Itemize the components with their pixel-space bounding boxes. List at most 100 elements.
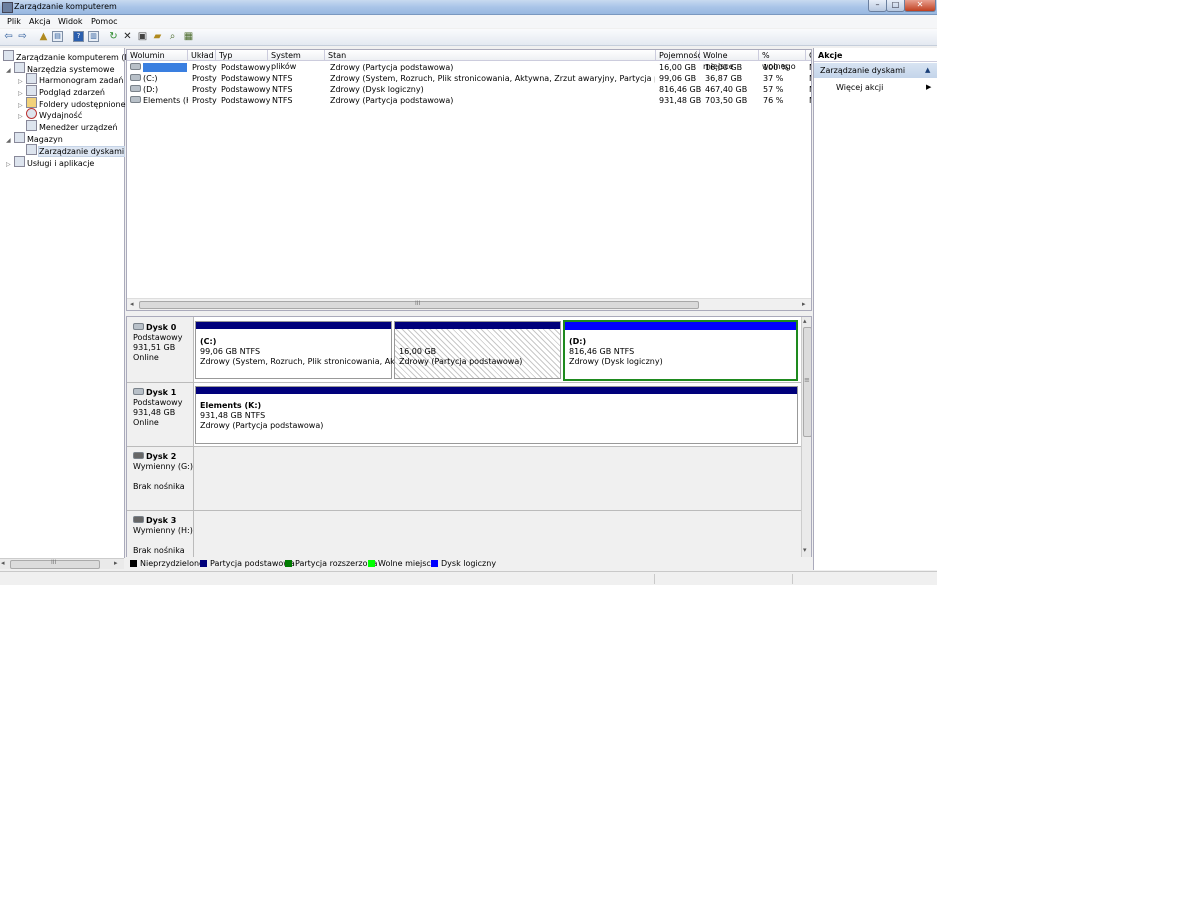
partition-size: 99,06 GB NTFS bbox=[200, 347, 261, 356]
filesystem-cell: NTFS bbox=[272, 74, 293, 83]
actions-section-disk-management[interactable]: Zarządzanie dyskami ▲ bbox=[814, 63, 937, 78]
disk-kind: Wymienny (G:) bbox=[133, 462, 193, 471]
percent-free-cell: 100 % bbox=[763, 63, 789, 72]
scroll-right-arrow-icon[interactable]: ▸ bbox=[802, 300, 806, 308]
disk-3-label[interactable]: Dysk 3 Wymienny (H:) Brak nośnika bbox=[127, 511, 194, 557]
status-cell: Zdrowy (Dysk logiczny) bbox=[330, 85, 424, 94]
forward-arrow-icon[interactable]: ⇨ bbox=[17, 31, 28, 42]
selected-volume-name bbox=[143, 63, 187, 72]
more-actions-link[interactable]: Więcej akcji bbox=[836, 83, 883, 92]
show-hide-tree-icon[interactable]: ▤ bbox=[52, 31, 63, 42]
submenu-arrow-icon[interactable]: ▶ bbox=[926, 83, 931, 91]
disk-graphical-view: Dysk 0 Podstawowy 931,51 GB Online (C:) … bbox=[126, 316, 812, 558]
menu-file[interactable]: Plik bbox=[7, 17, 21, 26]
partition-d[interactable]: (D:) 816,46 GB NTFS Zdrowy (Dysk logiczn… bbox=[563, 320, 798, 381]
column-header-volume[interactable]: Wolumin bbox=[127, 50, 188, 61]
status-cell: Zdrowy (Partycja podstawowa) bbox=[330, 96, 454, 105]
expand-arrow-icon[interactable]: ▷ bbox=[18, 113, 26, 120]
tree-item-event-viewer[interactable]: ▷ Podgląd zdarzeń bbox=[18, 85, 105, 97]
title-bar[interactable]: Zarządzanie komputerem – □ ✕ bbox=[0, 0, 937, 15]
expand-arrow-icon[interactable]: ▷ bbox=[18, 78, 26, 85]
column-header-free-space[interactable]: Wolne miejsce bbox=[700, 50, 759, 71]
table-row[interactable]: (D:) Prosty Podstawowy NTFS Zdrowy (Dysk… bbox=[127, 84, 811, 95]
volume-icon bbox=[130, 85, 141, 92]
volume-list-horizontal-scrollbar[interactable]: ◂ III ▸ bbox=[127, 298, 811, 310]
back-arrow-icon[interactable]: ⇦ bbox=[3, 31, 14, 42]
tree-item-task-scheduler[interactable]: ▷ Harmonogram zadań bbox=[18, 73, 123, 85]
collapse-arrow-icon[interactable]: ◢ bbox=[6, 67, 14, 74]
disk-0-label[interactable]: Dysk 0 Podstawowy 931,51 GB Online bbox=[127, 317, 194, 383]
scroll-left-arrow-icon[interactable]: ◂ bbox=[130, 300, 134, 308]
menu-view[interactable]: Widok bbox=[58, 17, 83, 26]
scroll-thumb[interactable]: ≡ bbox=[803, 327, 811, 437]
disk-state: Online bbox=[133, 353, 159, 362]
minimize-button[interactable]: – bbox=[868, 0, 887, 12]
hard-disk-icon bbox=[133, 388, 144, 395]
disk-3-partitions bbox=[194, 511, 801, 557]
collapse-section-icon[interactable]: ▲ bbox=[925, 63, 930, 78]
column-header-type[interactable]: Typ bbox=[216, 50, 268, 61]
percent-free-cell: 76 % bbox=[763, 96, 784, 105]
view-icon[interactable]: ▥ bbox=[88, 31, 99, 42]
table-row[interactable]: (C:) Prosty Podstawowy NTFS Zdrowy (Syst… bbox=[127, 73, 811, 84]
scroll-down-arrow-icon[interactable]: ▾ bbox=[803, 546, 807, 554]
disk-2-label[interactable]: Dysk 2 Wymienny (G:) Brak nośnika bbox=[127, 447, 194, 511]
disk-kind: Podstawowy bbox=[133, 333, 183, 342]
maximize-button[interactable]: □ bbox=[886, 0, 905, 12]
delete-icon[interactable]: ✕ bbox=[122, 31, 133, 42]
legend-unallocated: Nieprzydzielone bbox=[130, 559, 204, 568]
column-header-percent-free[interactable]: % wolnego bbox=[759, 50, 806, 71]
navigation-tree: Zarządzanie komputerem (loka ◢ Narzędzia … bbox=[0, 48, 141, 558]
scroll-thumb[interactable]: III bbox=[139, 300, 699, 309]
partition-status: Zdrowy (Dysk logiczny) bbox=[569, 357, 663, 366]
disk-1-label[interactable]: Dysk 1 Podstawowy 931,48 GB Online bbox=[127, 383, 194, 447]
tree-item-disk-management[interactable]: Zarządzanie dyskami bbox=[18, 144, 126, 157]
partition-c[interactable]: (C:) 99,06 GB NTFS Zdrowy (System, Rozru… bbox=[195, 321, 422, 379]
tree-horizontal-scrollbar[interactable]: ◂ III ▸ bbox=[0, 558, 124, 569]
search-icon[interactable]: ⌕ bbox=[167, 31, 178, 42]
scroll-right-arrow-icon[interactable]: ▸ bbox=[114, 559, 118, 567]
table-row[interactable]: Prosty Podstawowy Zdrowy (Partycja podst… bbox=[127, 62, 811, 73]
partition-status: Zdrowy (System, Rozruch, Plik stronicowa… bbox=[200, 357, 422, 366]
tree-item-storage[interactable]: ◢ Magazyn bbox=[6, 132, 63, 144]
logical-drive-strip bbox=[565, 322, 796, 330]
scroll-thumb[interactable]: III bbox=[10, 559, 100, 569]
partition-hidden[interactable]: 16,00 GB Zdrowy (Partycja podstawowa) bbox=[394, 321, 561, 379]
column-header-capacity[interactable]: Pojemność bbox=[656, 50, 702, 61]
scroll-grip: III bbox=[51, 559, 57, 566]
open-icon[interactable]: ▰ bbox=[152, 31, 163, 42]
close-button[interactable]: ✕ bbox=[904, 0, 936, 12]
partition-k[interactable]: Elements (K:) 931,48 GB NTFS Zdrowy (Par… bbox=[195, 386, 798, 444]
tree-item-services-apps[interactable]: ▷ Usługi i aplikacje bbox=[6, 156, 94, 168]
column-header-filesystem[interactable]: System plików bbox=[268, 50, 325, 71]
column-header-status[interactable]: Stan bbox=[325, 50, 656, 61]
tools-icon bbox=[14, 62, 25, 73]
tree-item-computer-management[interactable]: Zarządzanie komputerem (loka bbox=[3, 50, 141, 62]
storage-icon bbox=[14, 132, 25, 143]
refresh-icon[interactable]: ↻ bbox=[108, 31, 119, 42]
scroll-left-arrow-icon[interactable]: ◂ bbox=[1, 559, 5, 567]
table-row[interactable]: Elements (K:) Prosty Podstawowy NTFS Zdr… bbox=[127, 95, 811, 106]
percent-free-cell: 37 % bbox=[763, 74, 784, 83]
expand-arrow-icon[interactable]: ▷ bbox=[6, 161, 14, 168]
menu-help[interactable]: Pomoc bbox=[91, 17, 118, 26]
tree-item-performance[interactable]: ▷ Wydajność bbox=[18, 108, 82, 120]
disk-size: 931,51 GB bbox=[133, 343, 176, 352]
menu-action[interactable]: Akcja bbox=[29, 17, 51, 26]
column-header-layout[interactable]: Układ bbox=[188, 50, 216, 61]
properties-icon[interactable]: ▣ bbox=[137, 31, 148, 42]
export-icon[interactable]: ▦ bbox=[183, 31, 194, 42]
column-header-extra[interactable]: C bbox=[806, 50, 811, 61]
layout-cell: Prosty bbox=[192, 63, 217, 72]
disk-state: Brak nośnika bbox=[133, 482, 185, 491]
collapse-arrow-icon[interactable]: ◢ bbox=[6, 137, 14, 144]
type-cell: Podstawowy bbox=[221, 74, 271, 83]
disk-view-vertical-scrollbar[interactable]: ▴ ≡ ▾ bbox=[801, 317, 811, 557]
up-folder-icon[interactable]: ▲ bbox=[38, 31, 49, 42]
help-icon[interactable]: ? bbox=[73, 31, 84, 42]
actions-title: Akcje bbox=[814, 48, 937, 62]
scroll-up-arrow-icon[interactable]: ▴ bbox=[803, 317, 807, 325]
free-space-cell: 703,50 GB bbox=[705, 96, 748, 105]
expand-arrow-icon[interactable]: ▷ bbox=[18, 90, 26, 97]
tree-item-device-manager[interactable]: Menedżer urządzeń bbox=[18, 120, 118, 132]
